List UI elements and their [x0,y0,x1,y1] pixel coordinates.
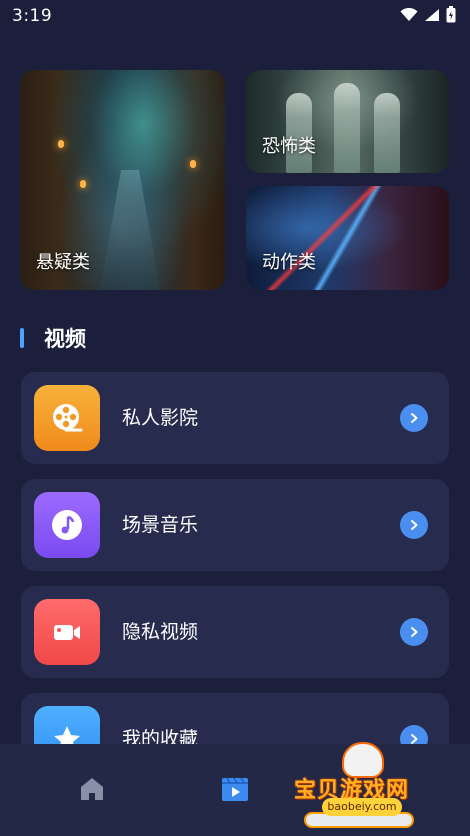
list-item-scene-music[interactable]: 场景音乐 [21,479,449,571]
lantern-icon [80,180,86,188]
section-title: 视频 [44,327,86,351]
music-note-icon [34,492,100,558]
film-reel-icon [34,385,100,451]
status-time: 3:19 [12,6,53,26]
category-card-action[interactable]: 动作类 [246,186,449,290]
chevron-right-icon[interactable] [400,618,428,646]
status-bar: 3:19 [0,0,470,32]
video-play-icon [220,774,250,808]
category-label: 悬疑类 [36,252,90,273]
signal-icon [424,7,440,26]
nav-video-button[interactable] [218,774,252,808]
category-label: 动作类 [262,252,316,273]
lantern-icon [190,160,196,168]
section-header: 视频 [20,322,86,354]
category-card-horror[interactable]: 恐怖类 [246,70,449,173]
video-camera-icon [34,599,100,665]
list-item-private-video[interactable]: 隐私视频 [21,586,449,678]
lantern-icon [58,140,64,148]
section-accent-bar [20,328,24,348]
wifi-icon [400,7,418,26]
category-card-mystery[interactable]: 悬疑类 [20,70,225,290]
list-item-label: 私人影院 [122,407,199,429]
figure-silhouette [374,93,400,173]
chevron-right-icon[interactable] [400,511,428,539]
watermark-logo: 宝贝游戏网 baobeiy.com [294,742,444,832]
battery-icon [446,5,456,27]
figure-silhouette [334,83,360,173]
street-scene [100,170,160,290]
list-item-private-cinema[interactable]: 私人影院 [21,372,449,464]
nav-home-button[interactable] [75,774,109,808]
category-label: 恐怖类 [262,136,316,157]
chevron-right-icon[interactable] [400,404,428,432]
list-item-label: 场景音乐 [122,514,199,536]
home-icon [77,774,107,808]
watermark-url: baobeiy.com [322,798,402,816]
status-icons [400,5,456,27]
list-item-label: 隐私视频 [122,621,199,643]
